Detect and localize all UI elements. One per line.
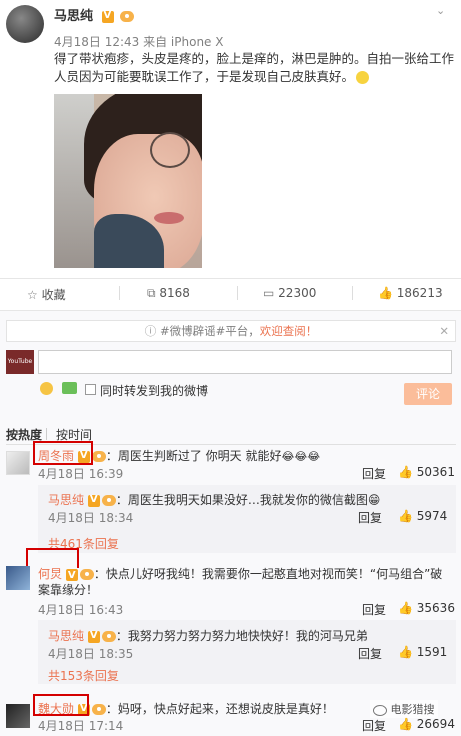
thumb-up-icon: 👍 [398,601,413,615]
repost-button[interactable]: ⧉ 8168 [147,286,190,301]
comment-time: 4月18日 16:43 [38,603,124,617]
reply-like[interactable]: 👍 1591 [398,645,447,659]
composer-avatar: YouTube [6,350,34,374]
comment-icon: ▭ [263,286,275,300]
level-badge-icon [79,569,94,580]
reply-row: 马思纯 ：我努力努力努力努力地快快好！我的河马兄弟 [48,627,368,644]
watermark-text: 电影猎搜 [390,703,435,716]
repost-count: 8168 [159,286,190,300]
repost-icon: ⧉ [147,286,156,300]
author-name[interactable]: 马思纯 [54,9,93,24]
wechat-icon [373,704,387,716]
level-badge-icon [101,631,116,642]
repost-checkbox[interactable] [85,384,96,395]
level-badge-icon [101,495,116,506]
comment-avatar[interactable] [6,566,30,590]
rumor-notice-bar: ⓘ #微博辟谣#平台，欢迎查阅！ ✕ [6,320,456,342]
comment-text: ：周医生判断过了 你明天 就能好 [105,449,282,463]
comment-emoji: 😂😂😂 [281,450,321,463]
photo-glasses [150,132,190,168]
reply-time: 4月18日 18:34 [48,511,134,525]
smile-emoji-icon [356,71,370,84]
reply-button[interactable]: 回复 [362,465,386,482]
thumb-up-icon: 👍 [378,286,393,300]
action-separator [119,286,120,300]
star-icon: ☆ [27,288,38,302]
reply-emoji: 😁 [367,493,381,507]
reply-row: 马思纯 ：周医生我明天如果没好…我就发你的微信截图😁 [48,491,380,508]
comment-text: ：妈呀，快点好起来，还想说皮肤是真好！ [105,702,334,716]
reply-like-count: 1591 [416,645,448,659]
comment-text-block: 何炅 ：快点儿好呀我纯！我需要你一起憨直地对视而笑！“何马组合”破案靠缘分！ [38,566,452,598]
level-badge-icon [91,704,106,715]
comment-text: ：快点儿好呀我纯！我需要你一起憨直地对视而笑！“何马组合”破案靠缘分！ [38,567,443,597]
reply-like[interactable]: 👍 5974 [398,509,447,523]
reply-button[interactable]: 回复 [358,645,382,662]
highlight-box [26,548,79,568]
replier-name[interactable]: 马思纯 [48,629,84,643]
photo-lips [154,212,184,224]
comment-like-count: 50361 [416,465,455,479]
like-button[interactable]: 👍 186213 [378,286,443,300]
like-count: 186213 [396,286,443,300]
verified-badge-icon [65,568,78,584]
comment-button[interactable]: ▭ 22300 [263,286,316,300]
sort-tab-separator [46,428,47,440]
thumb-up-icon: 👍 [398,645,413,659]
expand-chevron-icon[interactable]: ⌄ [436,4,445,17]
thumb-up-icon: 👍 [398,509,413,523]
comment-like[interactable]: 👍 26694 [398,717,455,731]
comment-time: 4月18日 17:14 [38,719,124,733]
verified-badge-icon [87,494,100,507]
author-name-row: 马思纯 [54,5,135,24]
post-meta: 4月18日 12:43 来自 iPhone X [54,35,224,49]
collect-label: 收藏 [41,288,66,302]
comment-input[interactable] [38,350,452,374]
verified-badge-icon [101,10,114,23]
watermark: 电影猎搜 [370,700,438,718]
comment-like-count: 35636 [416,601,455,615]
reply-button[interactable]: 回复 [358,509,382,526]
rumor-notice-tag: #微博辟谣#平台， [159,324,260,338]
comment-like-count: 26694 [416,717,455,731]
info-icon: ⓘ [144,324,157,338]
level-badge-icon [120,11,135,22]
comment-avatar[interactable] [6,704,30,728]
post-text: 得了带状疱疹，头皮是疼的，脸上是痒的，淋巴是肿的。自拍一张给工作人员因为可能要耽… [54,50,454,86]
post-text-body: 得了带状疱疹，头皮是疼的，脸上是痒的，淋巴是肿的。自拍一张给工作人员因为可能要耽… [54,51,455,84]
action-bar-top-divider [0,278,461,279]
comment-like[interactable]: 👍 50361 [398,465,455,479]
comment-like[interactable]: 👍 35636 [398,601,455,615]
level-badge-icon [91,451,106,462]
highlight-box [33,441,93,465]
reply-text: ：我努力努力努力努力地快快好！我的河马兄弟 [115,629,368,643]
collect-button[interactable]: ☆ 收藏 [27,286,66,303]
comment-time: 4月18日 16:39 [38,467,124,481]
reply-like-count: 5974 [416,509,448,523]
commenter-name[interactable]: 何炅 [38,567,62,581]
replier-name[interactable]: 马思纯 [48,493,84,507]
highlight-box [33,694,89,716]
comment-avatar[interactable] [6,451,30,475]
image-picker-icon[interactable] [62,382,77,394]
more-replies-link[interactable]: 共153条回复 [48,667,119,684]
emoji-picker-icon[interactable] [40,382,53,395]
reply-text: ：周医生我明天如果没好…我就发你的微信截图 [115,493,368,507]
author-avatar[interactable] [6,5,44,43]
thumb-up-icon: 👍 [398,717,413,731]
close-icon[interactable]: ✕ [439,321,449,341]
reply-button[interactable]: 回复 [362,717,386,734]
submit-comment-button[interactable]: 评论 [404,383,452,405]
reply-time: 4月18日 18:35 [48,647,134,661]
reply-button[interactable]: 回复 [362,601,386,618]
verified-badge-icon [87,630,100,643]
action-separator [237,286,238,300]
rumor-notice-link[interactable]: 欢迎查阅！ [260,324,318,338]
repost-checkbox-label: 同时转发到我的微博 [100,384,209,398]
comment-count: 22300 [278,286,317,300]
post-photo[interactable] [54,94,202,268]
action-separator [352,286,353,300]
thumb-up-icon: 👍 [398,465,413,479]
